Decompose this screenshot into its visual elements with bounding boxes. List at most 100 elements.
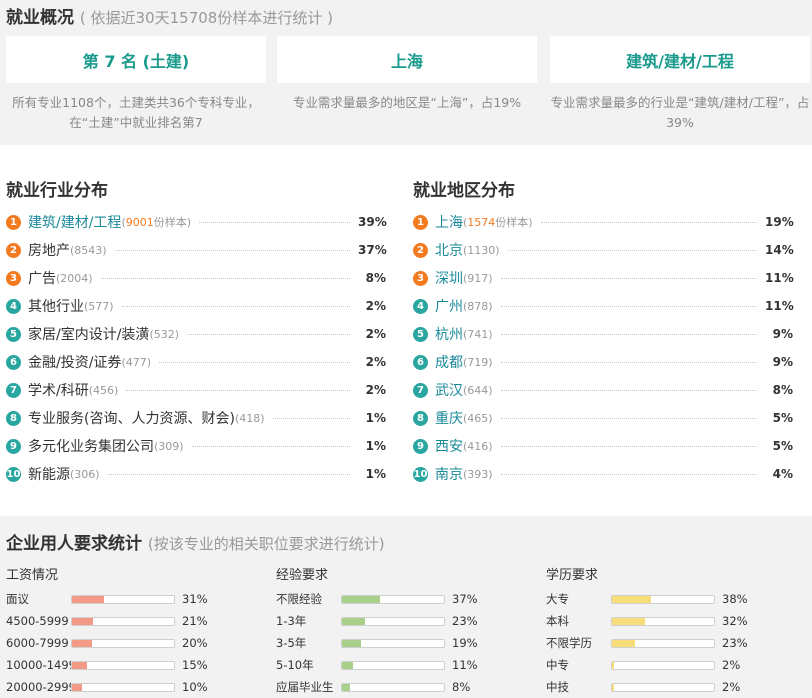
rank-number-badge: 10 xyxy=(413,466,428,482)
bar-label: 6000-7999 xyxy=(6,636,69,650)
region-name[interactable]: 南京 xyxy=(435,464,463,484)
region-name[interactable]: 重庆 xyxy=(435,408,463,428)
bar-percent: 23% xyxy=(722,636,748,650)
region-percent: 4% xyxy=(772,467,793,481)
rank-number-badge: 5 xyxy=(6,326,21,342)
industry-count: (577) xyxy=(84,299,114,313)
rank-number-badge: 8 xyxy=(6,410,21,426)
dotted-leader xyxy=(507,249,757,251)
experience-bar-row: 5-10年 11% xyxy=(276,654,526,676)
region-count: (1130) xyxy=(463,243,500,257)
industry-percent: 37% xyxy=(358,243,387,257)
industry-percent: 1% xyxy=(365,467,386,481)
industry-count: (532) xyxy=(149,327,180,341)
region-name[interactable]: 杭州 xyxy=(435,324,463,344)
progress-bar xyxy=(71,616,175,626)
bar-percent: 8% xyxy=(452,680,471,694)
top-industry-card-desc: 专业需求量最多的行业是“建筑/建材/工程”，占39% xyxy=(550,95,810,130)
industry-count: (477) xyxy=(121,355,152,369)
bar-label: 不限经验 xyxy=(276,592,322,606)
dotted-leader xyxy=(500,333,757,335)
industry-count: (456) xyxy=(88,383,119,397)
industry-percent: 2% xyxy=(365,299,386,313)
progress-bar xyxy=(611,594,715,604)
progress-bar-fill xyxy=(342,639,362,647)
region-percent: 11% xyxy=(765,299,794,313)
bar-percent: 31% xyxy=(182,592,208,606)
rank-card-desc: 所有专业1108个，土建类共36个专科专业，在“土建”中就业排名第7 xyxy=(12,95,260,130)
region-name[interactable]: 北京 xyxy=(435,240,463,260)
bar-label: 20000-2999 xyxy=(6,680,71,694)
region-row: 6 成都 (719) 9% xyxy=(413,352,793,372)
industry-name: 新能源 xyxy=(28,467,70,483)
progress-bar xyxy=(71,594,175,604)
industry-percent: 39% xyxy=(358,215,387,229)
bar-percent: 11% xyxy=(452,658,478,672)
industry-row: 6 金融/投资/证券 (477) 2% xyxy=(6,352,386,372)
industry-name: 房地产 xyxy=(28,243,70,259)
bar-label: 中技 xyxy=(546,680,569,694)
industry-row: 3 广告 (2004) 8% xyxy=(6,268,386,288)
region-name[interactable]: 上海 xyxy=(435,212,463,232)
region-row: 8 重庆 (465) 5% xyxy=(413,408,793,428)
dotted-leader xyxy=(500,389,757,391)
progress-bar-fill xyxy=(342,595,380,603)
region-percent: 5% xyxy=(772,439,793,453)
progress-bar-fill xyxy=(342,617,366,625)
region-count: (465) xyxy=(463,411,493,425)
bar-label: 本科 xyxy=(546,614,569,628)
industry-count: (418) xyxy=(234,411,265,425)
industry-title: 就业行业分布 xyxy=(6,181,108,201)
bar-percent: 23% xyxy=(452,614,478,628)
region-name[interactable]: 广州 xyxy=(435,296,463,316)
experience-column-title: 经验要求 xyxy=(276,568,329,583)
region-percent: 8% xyxy=(772,383,793,397)
progress-bar xyxy=(71,660,175,670)
progress-bar xyxy=(611,660,715,670)
progress-bar-fill xyxy=(612,639,636,647)
progress-bar xyxy=(611,616,715,626)
rank-number-badge: 2 xyxy=(413,242,428,258)
region-row: 10 南京 (393) 4% xyxy=(413,464,793,484)
rank-number-badge: 3 xyxy=(413,270,428,286)
region-name[interactable]: 深圳 xyxy=(435,268,463,288)
bar-percent: 2% xyxy=(722,658,741,672)
region-count: (917) xyxy=(463,271,493,285)
region-count: (878) xyxy=(463,299,493,313)
progress-bar xyxy=(341,616,445,626)
region-row: 1 上海 (1574份样本) 19% xyxy=(413,212,794,232)
progress-bar xyxy=(611,638,715,648)
region-row: 2 北京 (1130) 14% xyxy=(413,240,794,260)
bar-label: 10000-1499 xyxy=(6,658,71,672)
salary-bar-row: 10000-1499 15% xyxy=(6,654,256,676)
industry-name: 家居/室内设计/装潢 xyxy=(28,327,150,343)
progress-bar-fill xyxy=(72,617,94,625)
industry-name: 其他行业 xyxy=(28,299,84,315)
rank-number-badge: 7 xyxy=(413,382,428,398)
region-count: (416) xyxy=(463,439,493,453)
requirements-title: 企业用人要求统计 (按该专业的相关职位要求进行统计) xyxy=(6,529,385,554)
region-name[interactable]: 西安 xyxy=(435,436,463,456)
region-title: 就业地区分布 xyxy=(413,181,515,201)
bar-percent: 21% xyxy=(182,614,208,628)
progress-bar-fill xyxy=(612,595,651,603)
bar-label: 面议 xyxy=(6,592,29,606)
education-column-title: 学历要求 xyxy=(546,568,599,583)
dotted-leader xyxy=(199,221,350,223)
progress-bar-fill xyxy=(612,617,645,625)
region-count: (741) xyxy=(463,327,493,341)
bar-label: 4500-5999 xyxy=(6,614,69,628)
region-row: 4 广州 (878) 11% xyxy=(413,296,794,316)
region-name[interactable]: 武汉 xyxy=(435,380,463,400)
region-count: (1574份样本) xyxy=(463,216,533,229)
industry-distribution: 就业行业分布 1 建筑/建材/工程 (9001份样本) 39% 2 房地产 (8543) 37… xyxy=(6,165,387,495)
top-industry-card: 建筑/建材/工程 xyxy=(550,36,810,83)
progress-bar xyxy=(341,682,445,692)
overview-title-text: 就业概况 xyxy=(6,8,74,28)
bar-percent: 38% xyxy=(722,592,748,606)
salary-column-title: 工资情况 xyxy=(6,568,59,583)
region-name[interactable]: 成都 xyxy=(435,352,463,372)
industry-name: 建筑/建材/工程 xyxy=(28,215,122,231)
dotted-leader xyxy=(500,445,757,447)
dotted-leader xyxy=(126,389,350,391)
